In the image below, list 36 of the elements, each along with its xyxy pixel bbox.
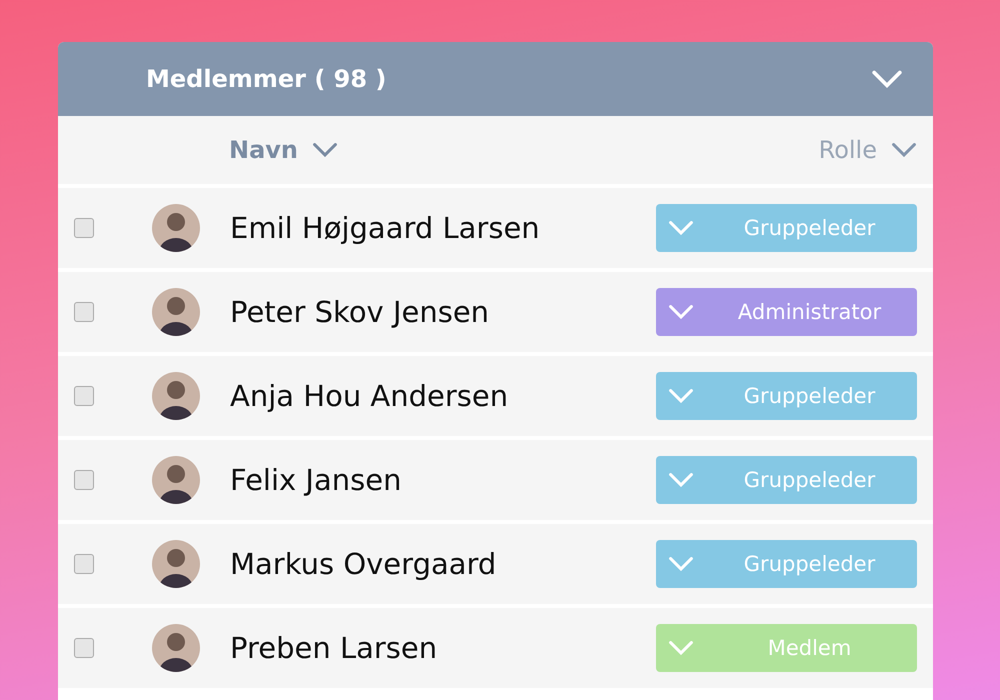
member-name: Emil Højgaard Larsen [230, 211, 541, 245]
role-dropdown[interactable]: Gruppeleder [656, 540, 917, 588]
member-name: Anja Hou Andersen [230, 379, 510, 413]
role-dropdown[interactable]: Gruppeleder [656, 372, 917, 420]
chevron-down-icon [668, 388, 694, 404]
role-dropdown[interactable]: Gruppeleder [656, 456, 917, 504]
chevron-down-icon [668, 556, 694, 572]
chevron-down-icon [312, 142, 338, 158]
member-name: Felix Jansen [230, 463, 402, 497]
avatar [152, 540, 200, 588]
avatar [152, 624, 200, 672]
checkbox[interactable] [74, 302, 94, 322]
chevron-down-icon [668, 220, 694, 236]
member-name: Peter Skov Jensen [230, 295, 490, 329]
checkbox[interactable] [74, 554, 94, 574]
avatar [152, 456, 200, 504]
member-name: Markus Overgaard [230, 547, 498, 581]
chevron-down-icon [668, 304, 694, 320]
checkbox[interactable] [74, 638, 94, 658]
column-sort-button[interactable]: Navn [229, 136, 338, 164]
checkbox[interactable] [74, 386, 94, 406]
panel-title: Medlemmer ( 98 ) [146, 65, 386, 93]
chevron-down-icon[interactable] [871, 69, 903, 89]
checkbox[interactable] [74, 218, 94, 238]
role-dropdown[interactable]: Medlem [656, 624, 917, 672]
avatar [152, 204, 200, 252]
chevron-down-icon [891, 142, 917, 158]
role-dropdown[interactable]: Administrator [656, 288, 917, 336]
avatar [152, 372, 200, 420]
role-dropdown[interactable]: Gruppeleder [656, 204, 917, 252]
member-name: Preben Larsen [230, 631, 438, 665]
chevron-down-icon [668, 472, 694, 488]
checkbox[interactable] [74, 470, 94, 490]
column-sort-button[interactable]: Rolle [818, 136, 917, 164]
chevron-down-icon [668, 640, 694, 656]
avatar [152, 288, 200, 336]
